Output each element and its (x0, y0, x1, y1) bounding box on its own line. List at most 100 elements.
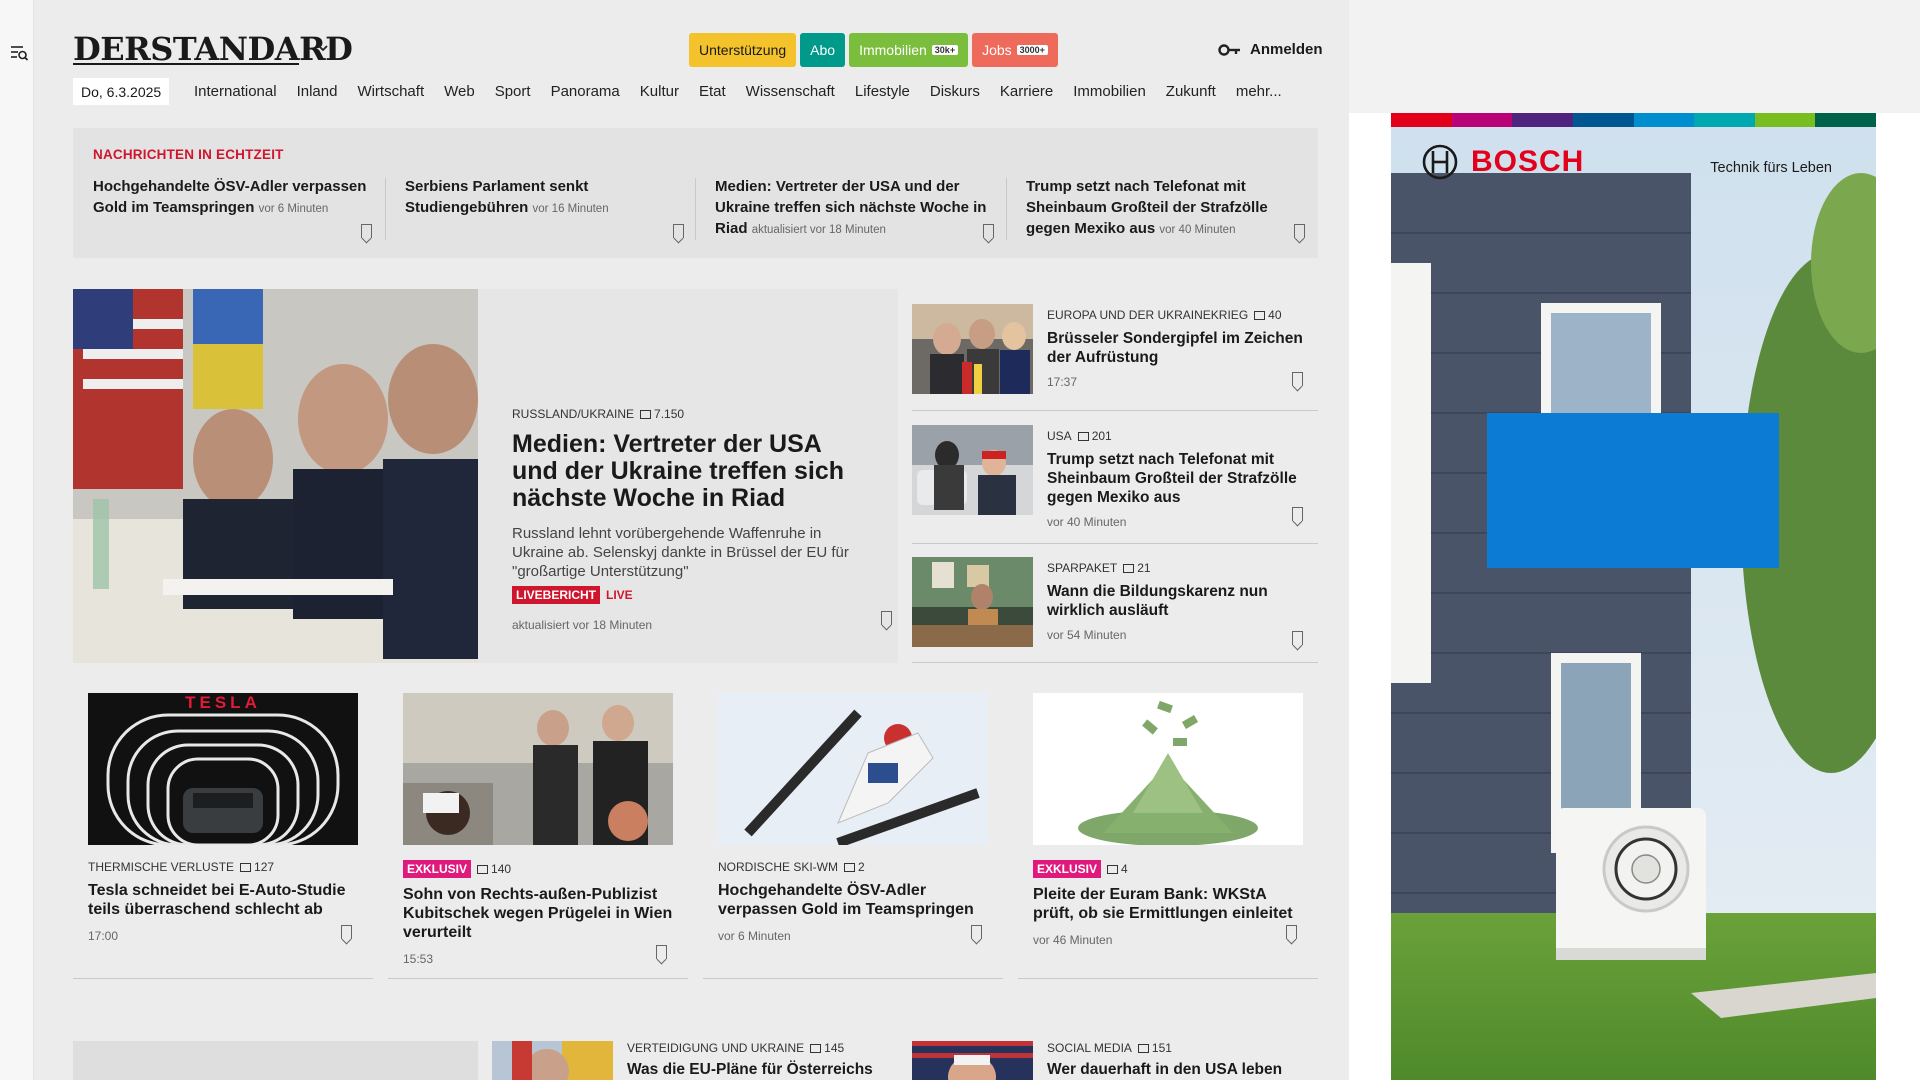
header-button-unterstützung[interactable]: Unterstützung (689, 33, 797, 67)
article-card-title[interactable]: Sohn von Rechts-außen-Publizist Kubitsch… (403, 885, 673, 942)
login-button[interactable]: Anmelden (1218, 41, 1323, 58)
article-card-title[interactable]: Hochgehandelte ÖSV-Adler verpassen Gold … (718, 881, 988, 919)
nav-item[interactable]: Zukunft (1166, 83, 1216, 100)
ticker-item[interactable]: Hochgehandelte ÖSV-Adler verpassen Gold … (93, 176, 383, 250)
ticker-item[interactable]: Trump setzt nach Telefonat mit Sheinbaum… (1026, 176, 1316, 250)
nav-item[interactable]: Sport (495, 83, 531, 100)
article-card[interactable]: NORDISCHE SKI-WM 2 Hochgehandelte ÖSV-Adle… (703, 693, 1003, 981)
side-story[interactable]: EUROPA UND DER UKRAINEKRIEG 40 Brüsseler S… (912, 304, 1318, 404)
bookmark-icon[interactable] (971, 925, 982, 939)
comment-count-value: 21 (1137, 561, 1151, 575)
lead-title[interactable]: Medien: Vertreter der USA und der Ukrain… (512, 431, 872, 512)
article-card-time: vor 6 Minuten (718, 929, 791, 943)
article-card-title[interactable]: Pleite der Euram Bank: WKStA prüft, ob s… (1033, 885, 1303, 923)
ticker-divider (385, 178, 386, 240)
comment-count[interactable]: 145 (810, 1041, 844, 1055)
side-story-time: vor 54 Minuten (1047, 628, 1127, 642)
bookmark-icon[interactable] (656, 945, 667, 959)
side-story-kicker-label: EUROPA UND DER UKRAINEKRIEG (1047, 308, 1249, 322)
nav-item[interactable]: Lifestyle (855, 83, 910, 100)
side-story-image[interactable] (912, 557, 1033, 647)
bookmark-icon[interactable] (881, 611, 892, 625)
ticker-item[interactable]: Medien: Vertreter der USA und der Ukrain… (715, 176, 1005, 250)
nav-item[interactable]: Inland (297, 83, 338, 100)
comment-count[interactable]: 201 (1077, 429, 1112, 443)
article-card-title[interactable]: Tesla schneidet bei E-Auto-Studie teils … (88, 881, 358, 919)
comment-count-value: 4 (1121, 862, 1128, 876)
side-story-title[interactable]: Trump setzt nach Telefonat mit Sheinbaum… (1047, 450, 1309, 507)
nav-item[interactable]: Diskurs (930, 83, 980, 100)
nav-item[interactable]: Wirtschaft (357, 83, 424, 100)
side-story-kicker: USA 201 (1047, 429, 1309, 443)
bottom-story-image[interactable] (912, 1041, 1033, 1080)
ticker-item[interactable]: Serbiens Parlament senkt Studiengebühren… (405, 176, 695, 250)
nav-item[interactable]: Etat (699, 83, 726, 100)
side-story-image[interactable] (912, 304, 1033, 394)
ad-stripe-segment (1694, 113, 1755, 127)
bottom-story-image[interactable] (492, 1041, 613, 1080)
bottom-title[interactable]: Was die EU-Pläne für Österreichs (627, 1060, 907, 1079)
nav-item[interactable]: Karriere (1000, 83, 1053, 100)
lead-image[interactable] (73, 289, 478, 663)
bookmark-icon[interactable] (1286, 925, 1297, 939)
nav-item[interactable]: mehr... (1236, 83, 1282, 100)
bookmark-icon[interactable] (673, 224, 684, 238)
comment-icon (1254, 310, 1266, 320)
side-story[interactable]: SPARPAKET 21 Wann die Bildungskarenz nun w… (912, 557, 1318, 657)
comment-count-value: 145 (824, 1041, 845, 1055)
side-story-title[interactable]: Wann die Bildungskarenz nun wirklich aus… (1047, 582, 1309, 620)
ticker-divider (695, 178, 696, 240)
header-button-immobilien[interactable]: Immobilien 30k+ (849, 33, 969, 67)
nav-item[interactable]: Kultur (640, 83, 679, 100)
header-button-jobs[interactable]: Jobs 3000+ (972, 33, 1058, 67)
lead-story[interactable]: RUSSLAND/UKRAINE 7.150 Medien: Vertreter… (73, 289, 898, 663)
nav-item[interactable]: Web (444, 83, 475, 100)
comment-count[interactable]: 140 (477, 862, 511, 876)
bosch-advertisement[interactable]: BOSCH Technik fürs Leben (1391, 113, 1876, 1080)
article-card-text: EXKLUSIV 140 Sohn von Rechts-außen-Publizi… (403, 860, 673, 966)
side-story-image[interactable] (912, 425, 1033, 515)
key-icon (1218, 43, 1240, 56)
article-card[interactable]: TESLA THERMISCHE VERLUSTE 127 Tesla schneid… (73, 693, 373, 981)
article-card[interactable]: EXKLUSIV 4 Pleite der Euram Bank: WKStA pr… (1018, 693, 1318, 981)
ticker-headline: Hochgehandelte ÖSV-Adler verpassen Gold … (93, 176, 383, 220)
bottom-title[interactable]: Wer dauerhaft in den USA leben (1047, 1060, 1327, 1079)
side-story[interactable]: USA 201 Trump setzt nach Telefonat mit She… (912, 425, 1318, 529)
article-card-image[interactable] (403, 693, 673, 845)
article-card-kicker-label: NORDISCHE SKI-WM (718, 860, 838, 874)
nav-item[interactable]: Panorama (551, 83, 620, 100)
bookmark-icon[interactable] (1292, 631, 1303, 645)
bookmark-icon[interactable] (361, 224, 372, 238)
comment-count[interactable]: 40 (1254, 308, 1282, 322)
article-card-image[interactable] (1033, 693, 1303, 845)
bookmark-icon[interactable] (341, 925, 352, 939)
article-card-text: NORDISCHE SKI-WM 2 Hochgehandelte ÖSV-Adle… (718, 860, 988, 943)
header-button-badge: 30k+ (931, 45, 959, 55)
nav-item[interactable]: Wissenschaft (746, 83, 835, 100)
main-page: DERSTANDARD Unterstützung Abo Immobilien 30… (34, 0, 1349, 1080)
bookmark-icon[interactable] (1292, 372, 1303, 386)
header-button-label: Unterstützung (699, 42, 787, 58)
article-card-divider (73, 978, 373, 979)
menu-search-icon[interactable] (9, 43, 29, 63)
nav-item[interactable]: Immobilien (1073, 83, 1146, 100)
side-story-title[interactable]: Brüsseler Sondergipfel im Zeichen der Au… (1047, 329, 1309, 367)
bookmark-icon[interactable] (1294, 224, 1305, 238)
bookmark-icon[interactable] (983, 224, 994, 238)
article-card[interactable]: EXKLUSIV 140 Sohn von Rechts-außen-Publizi… (388, 693, 688, 981)
comment-count[interactable]: 21 (1123, 561, 1151, 575)
comment-count[interactable]: 127 (240, 860, 274, 874)
ticker-divider (1006, 178, 1007, 240)
article-card-image[interactable] (718, 693, 988, 845)
bookmark-icon[interactable] (1292, 507, 1303, 521)
exclusive-badge: EXKLUSIV (403, 860, 472, 878)
comment-count-value: 2 (858, 860, 865, 874)
chevron-down-icon[interactable] (317, 43, 329, 53)
comment-count[interactable]: 7.150 (640, 407, 684, 421)
nav-item[interactable]: International (194, 83, 277, 100)
comment-count[interactable]: 2 (844, 860, 865, 874)
article-card-image[interactable]: TESLA (88, 693, 358, 845)
comment-count[interactable]: 4 (1107, 862, 1128, 876)
header-button-abo[interactable]: Abo (800, 33, 846, 67)
comment-count[interactable]: 151 (1137, 1041, 1172, 1055)
